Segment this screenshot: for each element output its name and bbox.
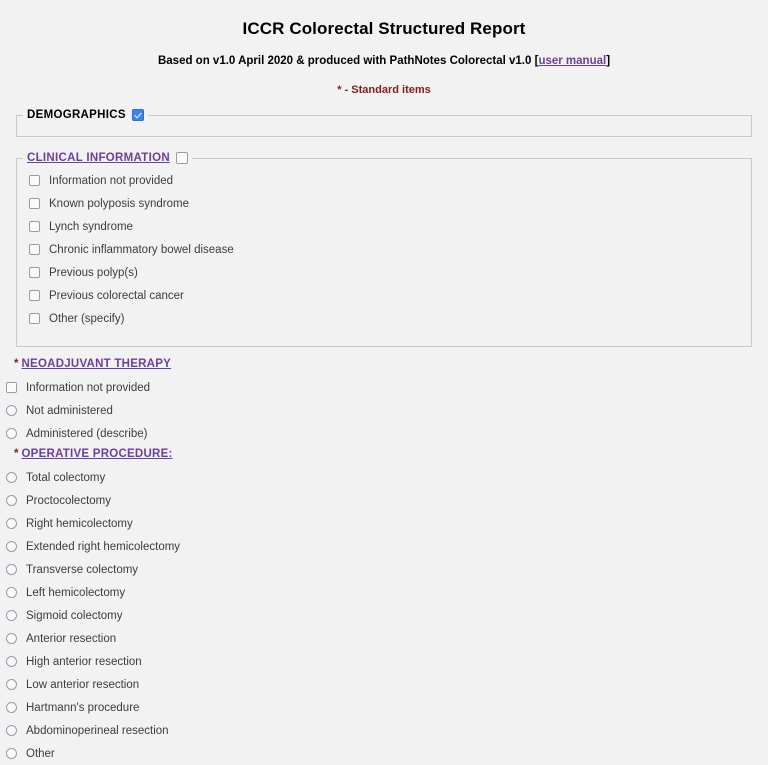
list-item[interactable]: Right hemicolectomy <box>0 512 768 535</box>
option-label: Lynch syndrome <box>49 220 133 233</box>
clinical-information-toggle-checkbox[interactable] <box>175 152 188 164</box>
checkbox-icon[interactable] <box>29 267 40 278</box>
radio-icon[interactable] <box>6 541 17 552</box>
list-item[interactable]: Proctocolectomy <box>0 489 768 512</box>
page-title: ICCR Colorectal Structured Report <box>242 19 526 38</box>
option-label: Previous polyp(s) <box>49 266 138 279</box>
neoadjuvant-therapy-options: Information not provided Not administere… <box>0 376 768 445</box>
list-item[interactable]: Other (specify) <box>17 307 751 330</box>
radio-icon[interactable] <box>6 495 17 506</box>
radio-icon[interactable] <box>6 564 17 575</box>
option-label: Sigmoid colectomy <box>26 609 123 622</box>
radio-icon[interactable] <box>6 633 17 644</box>
option-label: Proctocolectomy <box>26 494 112 507</box>
standard-item-star: * <box>14 358 19 370</box>
option-label: Known polyposis syndrome <box>49 197 189 210</box>
list-item[interactable]: High anterior resection <box>0 650 768 673</box>
operative-procedure-options: Total colectomy Proctocolectomy Right he… <box>0 466 768 765</box>
option-label: Right hemicolectomy <box>26 517 133 530</box>
radio-icon[interactable] <box>6 679 17 690</box>
user-manual-link[interactable]: user manual <box>538 55 606 67</box>
list-item[interactable]: Left hemicolectomy <box>0 581 768 604</box>
option-label: Information not provided <box>49 174 174 187</box>
list-item[interactable]: Transverse colectomy <box>0 558 768 581</box>
option-label: Transverse colectomy <box>26 563 139 576</box>
list-item[interactable]: Total colectomy <box>0 466 768 489</box>
demographics-body <box>17 121 751 131</box>
list-item[interactable]: Previous polyp(s) <box>17 261 751 284</box>
radio-icon[interactable] <box>6 656 17 667</box>
list-item[interactable]: Information not provided <box>17 169 751 192</box>
radio-icon[interactable] <box>6 748 17 759</box>
demographics-legend: DEMOGRAPHICS <box>23 109 148 121</box>
operative-procedure-heading-label[interactable]: OPERATIVE PROCEDURE: <box>21 448 172 460</box>
option-label: Low anterior resection <box>26 678 140 691</box>
neoadjuvant-therapy-heading-label[interactable]: NEOADJUVANT THERAPY <box>21 358 171 370</box>
list-item[interactable]: Hartmann's procedure <box>0 696 768 719</box>
radio-icon[interactable] <box>6 610 17 621</box>
list-item[interactable]: Administered (describe) <box>0 422 768 445</box>
option-label: Previous colorectal cancer <box>49 289 184 302</box>
list-item[interactable]: Previous colorectal cancer <box>17 284 751 307</box>
option-label: Chronic inflammatory bowel disease <box>49 243 234 256</box>
list-item[interactable]: Extended right hemicolectomy <box>0 535 768 558</box>
option-label: Total colectomy <box>26 471 106 484</box>
list-item[interactable]: Chronic inflammatory bowel disease <box>17 238 751 261</box>
standard-items-note: * - Standard items <box>337 84 431 96</box>
clinical-information-legend: CLINICAL INFORMATION <box>23 152 192 164</box>
neoadjuvant-therapy-heading: * NEOADJUVANT THERAPY <box>0 358 768 376</box>
option-label: Information not provided <box>26 381 151 394</box>
radio-icon[interactable] <box>6 472 17 483</box>
checkbox-icon[interactable] <box>29 313 40 324</box>
list-item[interactable]: Anterior resection <box>0 627 768 650</box>
subtitle-suffix: ] <box>606 55 611 67</box>
operative-procedure-heading: * OPERATIVE PROCEDURE: <box>0 448 768 466</box>
clinical-information-section: CLINICAL INFORMATION Information not pro… <box>16 152 752 347</box>
option-label: Administered (describe) <box>26 427 148 440</box>
version-subtitle: Based on v1.0 April 2020 & produced with… <box>0 39 768 67</box>
list-item[interactable]: Low anterior resection <box>0 673 768 696</box>
radio-icon[interactable] <box>6 587 17 598</box>
option-label: Hartmann's procedure <box>26 701 140 714</box>
subtitle-prefix: Based on v1.0 April 2020 & produced with… <box>157 55 539 67</box>
checkbox-icon[interactable] <box>29 198 40 209</box>
report-page: ICCR Colorectal Structured Report Based … <box>0 0 768 760</box>
clinical-information-options: Information not provided Known polyposis… <box>17 164 751 346</box>
demographics-toggle-checkbox[interactable] <box>131 109 144 121</box>
list-item[interactable]: Not administered <box>0 399 768 422</box>
option-label: High anterior resection <box>26 655 142 668</box>
checkbox-icon[interactable] <box>29 175 40 186</box>
option-label: Extended right hemicolectomy <box>26 540 181 553</box>
list-item[interactable]: Sigmoid colectomy <box>0 604 768 627</box>
radio-icon[interactable] <box>6 428 17 439</box>
checkbox-icon[interactable] <box>6 382 17 393</box>
radio-icon[interactable] <box>6 405 17 416</box>
clinical-information-legend-label: CLINICAL INFORMATION <box>27 152 170 164</box>
demographics-section: DEMOGRAPHICS <box>16 109 752 137</box>
radio-icon[interactable] <box>6 702 17 713</box>
option-label: Not administered <box>26 404 113 417</box>
radio-icon[interactable] <box>6 518 17 529</box>
checkbox-icon[interactable] <box>29 244 40 255</box>
demographics-legend-label: DEMOGRAPHICS <box>27 109 126 121</box>
option-label: Other (specify) <box>49 312 125 325</box>
list-item[interactable]: Lynch syndrome <box>17 215 751 238</box>
list-item[interactable]: Information not provided <box>0 376 768 399</box>
option-label: Other <box>26 747 55 760</box>
checkbox-icon[interactable] <box>29 290 40 301</box>
list-item[interactable]: Other <box>0 742 768 765</box>
option-label: Left hemicolectomy <box>26 586 126 599</box>
list-item[interactable]: Known polyposis syndrome <box>17 192 751 215</box>
standard-item-star: * <box>14 448 19 460</box>
checkbox-icon[interactable] <box>29 221 40 232</box>
option-label: Anterior resection <box>26 632 117 645</box>
